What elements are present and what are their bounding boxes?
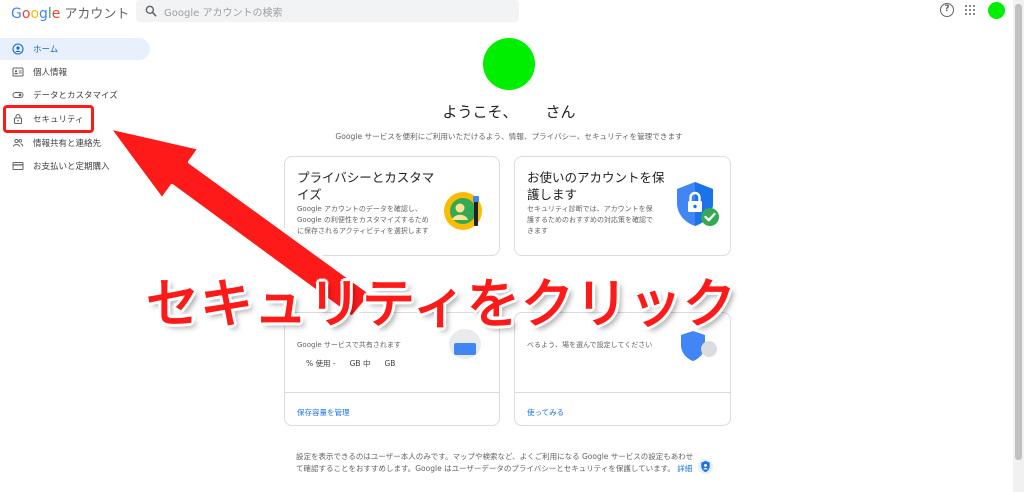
- apps-grid-icon[interactable]: [965, 5, 975, 15]
- sidebar-item-label: ホーム: [33, 45, 59, 55]
- sidebar-item-label: 情報共有と連絡先: [33, 139, 102, 149]
- page-subtitle: Google サービスを便利にご利用いただけるよう、情報、プライバシー、セキュリ…: [335, 132, 683, 141]
- help-icon[interactable]: ?: [940, 3, 954, 17]
- toggle-icon: [12, 92, 24, 98]
- sidebar-item-home[interactable]: ホーム: [0, 38, 150, 60]
- learn-more-link[interactable]: 詳細: [677, 464, 692, 473]
- security-shield-icon: [677, 182, 719, 226]
- storage-usage: % 使用 - GB 中 GB: [306, 359, 396, 368]
- profile-avatar[interactable]: [483, 38, 535, 90]
- divider: [285, 392, 499, 393]
- privacy-illustration-icon: [444, 192, 482, 230]
- privacy-shield-icon: [697, 458, 714, 475]
- privacy-card-description: Google アカウントのデータを確認し、Google の利便性をカスタマイズす…: [297, 205, 429, 235]
- search-icon: [145, 5, 157, 17]
- top-bar: Google アカウント Google アカウントの検索 ?: [0, 0, 1024, 26]
- page-scrollbar[interactable]: [1013, 0, 1024, 492]
- divider: [515, 392, 730, 393]
- account-avatar[interactable]: [988, 2, 1005, 19]
- sidebar-item-label: お支払いと定期購入: [33, 162, 110, 172]
- instruction-overlay-text: セキュリティをクリック: [146, 274, 737, 335]
- people-icon: [12, 138, 24, 147]
- privacy-card-title: プライバシーとカスタマイズ: [297, 170, 435, 202]
- page: Google アカウント Google アカウントの検索 ? ホーム 個人情報 …: [0, 0, 1024, 492]
- welcome-heading: ようこそ、 さん: [442, 103, 576, 121]
- scrollbar-thumb[interactable]: [1015, 4, 1022, 460]
- search-placeholder: Google アカウントの検索: [164, 8, 283, 19]
- sidebar-item-people-sharing[interactable]: 情報共有と連絡先: [0, 132, 150, 154]
- security-card[interactable]: お使いのアカウントを保護します セキュリティ診断では、アカウントを保護するための…: [514, 156, 731, 256]
- id-card-icon: [12, 67, 24, 77]
- product-name: アカウント: [64, 7, 130, 22]
- sidebar-item-personal-info[interactable]: 個人情報: [0, 61, 150, 83]
- sidebar-item-data-personalization[interactable]: データとカスタマイズ: [0, 84, 150, 106]
- google-account-logo[interactable]: Google アカウント: [11, 3, 129, 22]
- credit-card-icon: [12, 162, 24, 170]
- privacy-card[interactable]: プライバシーとカスタマイズ Google アカウントのデータを確認し、Googl…: [284, 156, 500, 256]
- manage-storage-link[interactable]: 保存容量を管理: [297, 407, 350, 418]
- get-started-link[interactable]: 使ってみる: [527, 407, 564, 418]
- footer-notice: 設定を表示できるのはユーザー本人のみです。マップや検索など、よくご利用になる G…: [296, 452, 694, 473]
- sidebar-item-payments[interactable]: お支払いと定期購入: [0, 155, 150, 177]
- security-card-title: お使いのアカウントを保護します: [527, 170, 665, 202]
- storage-card-description: Google サービスで共有されます: [297, 341, 401, 349]
- home-person-icon: [12, 43, 24, 55]
- security-highlight-box: [3, 105, 94, 133]
- search-input[interactable]: Google アカウントの検索: [136, 0, 519, 22]
- sidebar-item-label: データとカスタマイズ: [33, 91, 118, 101]
- sidebar-item-label: 個人情報: [33, 68, 68, 78]
- checkup-card-description: べるよう、場を選んで設定してください: [527, 341, 653, 349]
- security-card-description: セキュリティ診断では、アカウントを保護するためのおすすめの対応策を確認できます: [527, 205, 653, 235]
